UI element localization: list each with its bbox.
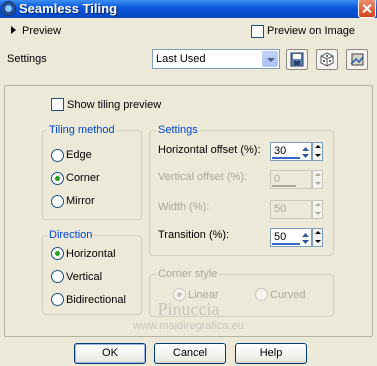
direction-legend: Direction xyxy=(47,229,95,242)
horizontal-offset-bar xyxy=(272,157,300,159)
edge-label[interactable]: Edge xyxy=(66,149,92,162)
transition-bar xyxy=(272,243,300,245)
vertical-offset-input[interactable]: 0 xyxy=(270,170,312,189)
vertical-radio[interactable] xyxy=(51,270,64,283)
horizontal-offset-input[interactable]: 30 xyxy=(270,142,312,161)
show-tiling-preview-label[interactable]: Show tiling preview xyxy=(67,99,161,112)
preview-on-image-label[interactable]: Preview on Image xyxy=(267,25,355,38)
stepper-icon[interactable] xyxy=(301,232,310,245)
cancel-button[interactable]: Cancel xyxy=(154,343,226,364)
horizontal-offset-spinner[interactable]: 30 xyxy=(270,142,323,161)
edge-radio[interactable] xyxy=(51,149,64,162)
preset-value: Last Used xyxy=(156,53,206,65)
vertical-offset-spinner[interactable]: 0 xyxy=(270,170,323,189)
close-button[interactable] xyxy=(358,0,376,18)
horizontal-offset-label: Horizontal offset (%): xyxy=(158,144,261,156)
preview-toggle-label[interactable]: Preview xyxy=(22,25,61,38)
vertical-label[interactable]: Vertical xyxy=(66,271,102,284)
vertical-offset-dropdown[interactable] xyxy=(312,170,323,189)
horizontal-label[interactable]: Horizontal xyxy=(66,248,116,261)
chevron-down-icon[interactable] xyxy=(262,51,278,67)
transition-input[interactable]: 50 xyxy=(270,228,312,247)
watermark-name: Pinuccia xyxy=(157,299,220,319)
width-dropdown[interactable] xyxy=(312,200,323,219)
corner-label[interactable]: Corner xyxy=(66,172,100,185)
width-label: Width (%): xyxy=(158,201,210,213)
title-bar: Seamless Tiling xyxy=(0,0,377,18)
watermark-url: www.maidiregrafica.eu xyxy=(133,320,244,332)
horizontal-offset-dropdown[interactable] xyxy=(312,142,323,161)
mirror-radio[interactable] xyxy=(51,195,64,208)
save-preset-button[interactable] xyxy=(286,49,308,70)
randomize-icon xyxy=(320,52,334,67)
tiling-method-legend: Tiling method xyxy=(47,124,117,137)
vertical-offset-bar xyxy=(272,185,296,187)
preview-on-image-checkbox[interactable] xyxy=(251,25,264,38)
show-tiling-preview-checkbox[interactable] xyxy=(51,98,64,111)
ok-button[interactable]: OK xyxy=(74,343,146,364)
app-icon xyxy=(1,1,16,16)
help-button[interactable]: Help xyxy=(235,343,307,364)
width-spinner[interactable]: 50 xyxy=(270,200,323,219)
vertical-offset-label: Vertical offset (%): xyxy=(158,171,248,183)
stepper-icon[interactable] xyxy=(301,146,310,159)
mirror-label[interactable]: Mirror xyxy=(66,195,95,208)
transition-spinner[interactable]: 50 xyxy=(270,228,323,247)
width-input[interactable]: 50 xyxy=(270,200,312,219)
reset-icon xyxy=(350,53,364,66)
window-title: Seamless Tiling xyxy=(19,1,118,16)
transition-label: Transition (%): xyxy=(158,229,230,241)
horizontal-radio[interactable] xyxy=(51,247,64,260)
settings-label: Settings xyxy=(7,53,47,65)
randomize-button[interactable] xyxy=(316,49,338,70)
corner-style-legend: Corner style xyxy=(156,268,220,281)
reset-button[interactable] xyxy=(346,49,368,70)
preset-dropdown[interactable]: Last Used xyxy=(152,49,280,69)
save-preset-icon xyxy=(290,52,304,67)
settings-group-legend: Settings xyxy=(156,124,200,137)
transition-dropdown[interactable] xyxy=(312,228,323,247)
corner-radio[interactable] xyxy=(51,172,64,185)
expand-arrow-icon[interactable] xyxy=(11,26,16,34)
